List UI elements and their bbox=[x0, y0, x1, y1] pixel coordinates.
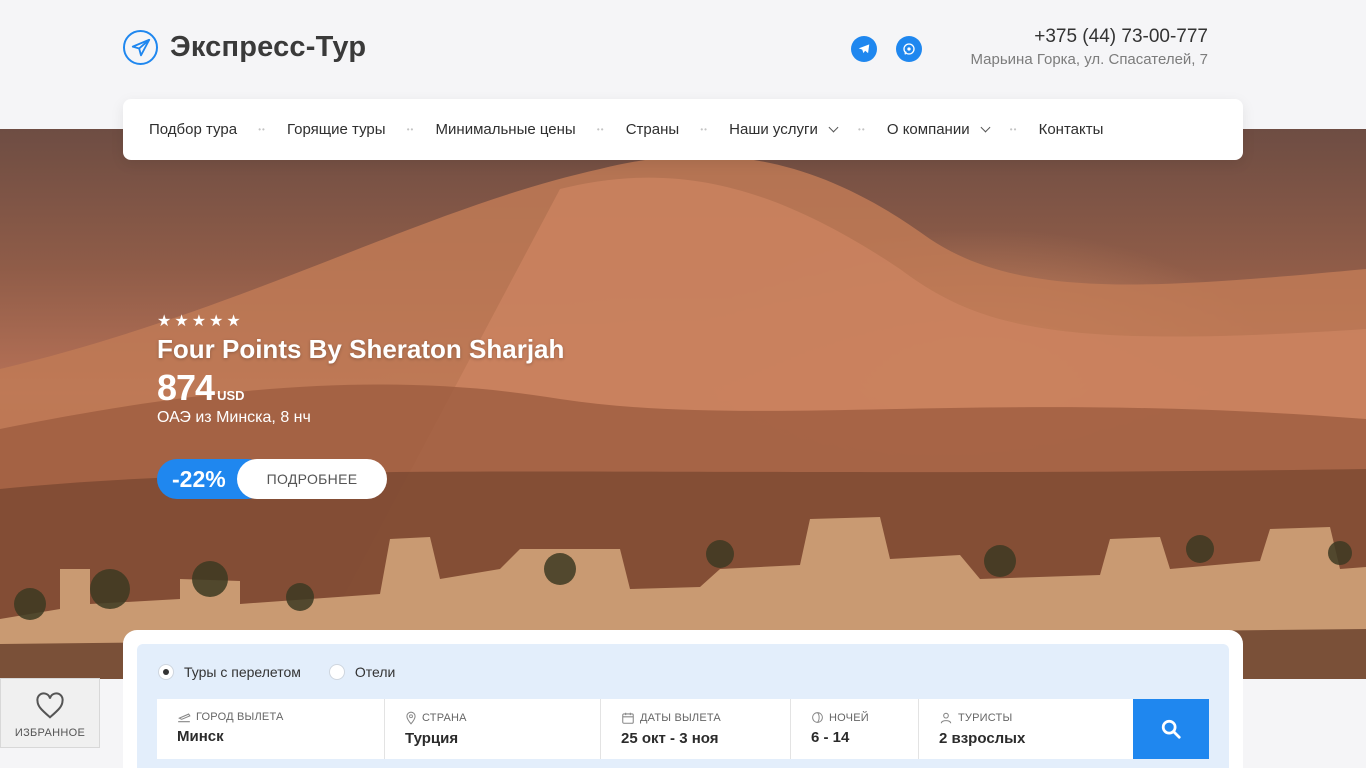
radio-label[interactable]: Туры с перелетом bbox=[184, 664, 301, 680]
dates-field[interactable]: ДАТЫ ВЫЛЕТА 25 окт - 3 ноя bbox=[601, 699, 791, 759]
nav-item-countries[interactable]: Страны bbox=[626, 121, 679, 138]
address: Марьина Горка, ул. Спасателей, 7 bbox=[970, 51, 1208, 68]
star-icon: ★ bbox=[174, 313, 189, 330]
field-label-text: СТРАНА bbox=[422, 712, 467, 724]
nav-item-tour-selection[interactable]: Подбор тура bbox=[149, 121, 237, 138]
logo[interactable]: Экспресс-Тур bbox=[123, 30, 366, 65]
nav-separator: •• bbox=[858, 125, 866, 134]
nav-item-label: О компании bbox=[886, 121, 970, 138]
radio-hotels[interactable] bbox=[328, 664, 345, 680]
nav-item-label: Подбор тура bbox=[149, 121, 238, 138]
nav-item-label: Минимальные цены bbox=[435, 121, 576, 138]
country-field[interactable]: СТРАНА Турция bbox=[385, 699, 601, 759]
field-value: Турция bbox=[405, 730, 459, 747]
field-value: 25 окт - 3 ноя bbox=[621, 730, 719, 747]
nav-item-label: Наши услуги bbox=[729, 121, 818, 138]
field-label-text: НОЧЕЙ bbox=[829, 711, 869, 724]
nav-item-contacts[interactable]: Контакты bbox=[1039, 121, 1104, 138]
radio-tours-with-flight[interactable] bbox=[158, 664, 174, 680]
nav-item-services[interactable]: Наши услуги bbox=[729, 121, 839, 138]
field-label: ДАТЫ ВЫЛЕТА bbox=[621, 711, 770, 725]
tour-search-panel: Туры с перелетом Отели ГОРОД ВЫЛЕТА Минс… bbox=[123, 630, 1243, 768]
favorites-label: ИЗБРАННОЕ bbox=[14, 727, 86, 739]
departure-city-field[interactable]: ГОРОД ВЫЛЕТА Минск bbox=[157, 699, 385, 759]
calendar-icon bbox=[622, 712, 634, 724]
field-value: 6 - 14 bbox=[811, 729, 850, 746]
chevron-down-icon bbox=[980, 122, 991, 133]
field-label: ГОРОД ВЫЛЕТА bbox=[177, 711, 364, 723]
nav-separator: •• bbox=[406, 125, 415, 134]
nav-separator: •• bbox=[1009, 125, 1018, 134]
whatsapp-icon[interactable] bbox=[896, 36, 922, 62]
departure-icon bbox=[178, 713, 191, 723]
contact-block: +375 (44) 73-00-777 Марьина Горка, ул. С… bbox=[971, 26, 1208, 68]
field-value: Минск bbox=[177, 728, 224, 745]
radio-label[interactable]: Отели bbox=[355, 664, 395, 680]
nav-item-label: Страны bbox=[625, 121, 680, 138]
price-currency: USD bbox=[217, 388, 245, 403]
nav-separator: •• bbox=[596, 125, 605, 134]
field-label: ТУРИСТЫ bbox=[939, 711, 1113, 725]
main-nav: Подбор тура •• Горящие туры •• Минимальн… bbox=[123, 99, 1243, 160]
field-label-text: ТУРИСТЫ bbox=[958, 712, 1013, 724]
heart-icon bbox=[36, 692, 64, 719]
star-icon: ★ bbox=[226, 313, 241, 330]
field-label-text: ДАТЫ ВЫЛЕТА bbox=[640, 712, 721, 724]
favorites-button[interactable]: ИЗБРАННОЕ bbox=[0, 678, 100, 748]
user-icon bbox=[940, 712, 952, 724]
tourists-field[interactable]: ТУРИСТЫ 2 взрослых bbox=[919, 699, 1133, 759]
chevron-down-icon bbox=[828, 122, 839, 133]
location-pin-icon bbox=[406, 711, 416, 725]
tour-price: 874 USD bbox=[157, 367, 245, 409]
nav-item-label: Контакты bbox=[1038, 121, 1104, 138]
brand-name: Экспресс-Тур bbox=[170, 31, 367, 63]
phone-link[interactable]: +375 (44) 73-00-777 bbox=[971, 26, 1208, 48]
search-icon bbox=[1161, 719, 1181, 739]
plane-icon bbox=[123, 30, 158, 65]
field-label: НОЧЕЙ bbox=[811, 711, 898, 724]
star-icon: ★ bbox=[157, 313, 172, 330]
nav-separator: •• bbox=[700, 125, 708, 134]
star-icon: ★ bbox=[209, 313, 224, 330]
promo-actions: -22% ПОДРОБНЕЕ bbox=[157, 459, 387, 499]
moon-icon bbox=[812, 712, 823, 723]
more-details-button[interactable]: ПОДРОБНЕЕ bbox=[237, 459, 387, 499]
field-value: 2 взрослых bbox=[939, 730, 1026, 747]
search-mode: Туры с перелетом Отели bbox=[158, 664, 413, 680]
hotel-rating: ★ ★ ★ ★ ★ bbox=[157, 311, 241, 331]
nav-item-about[interactable]: О компании bbox=[886, 121, 991, 138]
field-label-text: ГОРОД ВЫЛЕТА bbox=[196, 711, 284, 723]
search-form: Туры с перелетом Отели ГОРОД ВЫЛЕТА Минс… bbox=[137, 644, 1229, 768]
nights-field[interactable]: НОЧЕЙ 6 - 14 bbox=[791, 699, 919, 759]
nav-item-min-prices[interactable]: Минимальные цены bbox=[436, 121, 576, 138]
hotel-name: Four Points By Sheraton Sharjah bbox=[157, 334, 565, 364]
field-label: СТРАНА bbox=[405, 711, 580, 725]
telegram-icon[interactable] bbox=[851, 36, 877, 62]
price-amount: 874 bbox=[157, 367, 215, 408]
search-button[interactable] bbox=[1133, 699, 1209, 759]
nav-separator: •• bbox=[258, 125, 266, 134]
star-icon: ★ bbox=[191, 313, 207, 330]
nav-item-label: Горящие туры bbox=[287, 121, 386, 138]
tour-route: ОАЭ из Минска, 8 нч bbox=[157, 409, 311, 426]
nav-item-hot-tours[interactable]: Горящие туры bbox=[287, 121, 385, 138]
search-fields: ГОРОД ВЫЛЕТА Минск СТРАНА Турция ДАТЫ ВЫ… bbox=[157, 699, 1133, 759]
